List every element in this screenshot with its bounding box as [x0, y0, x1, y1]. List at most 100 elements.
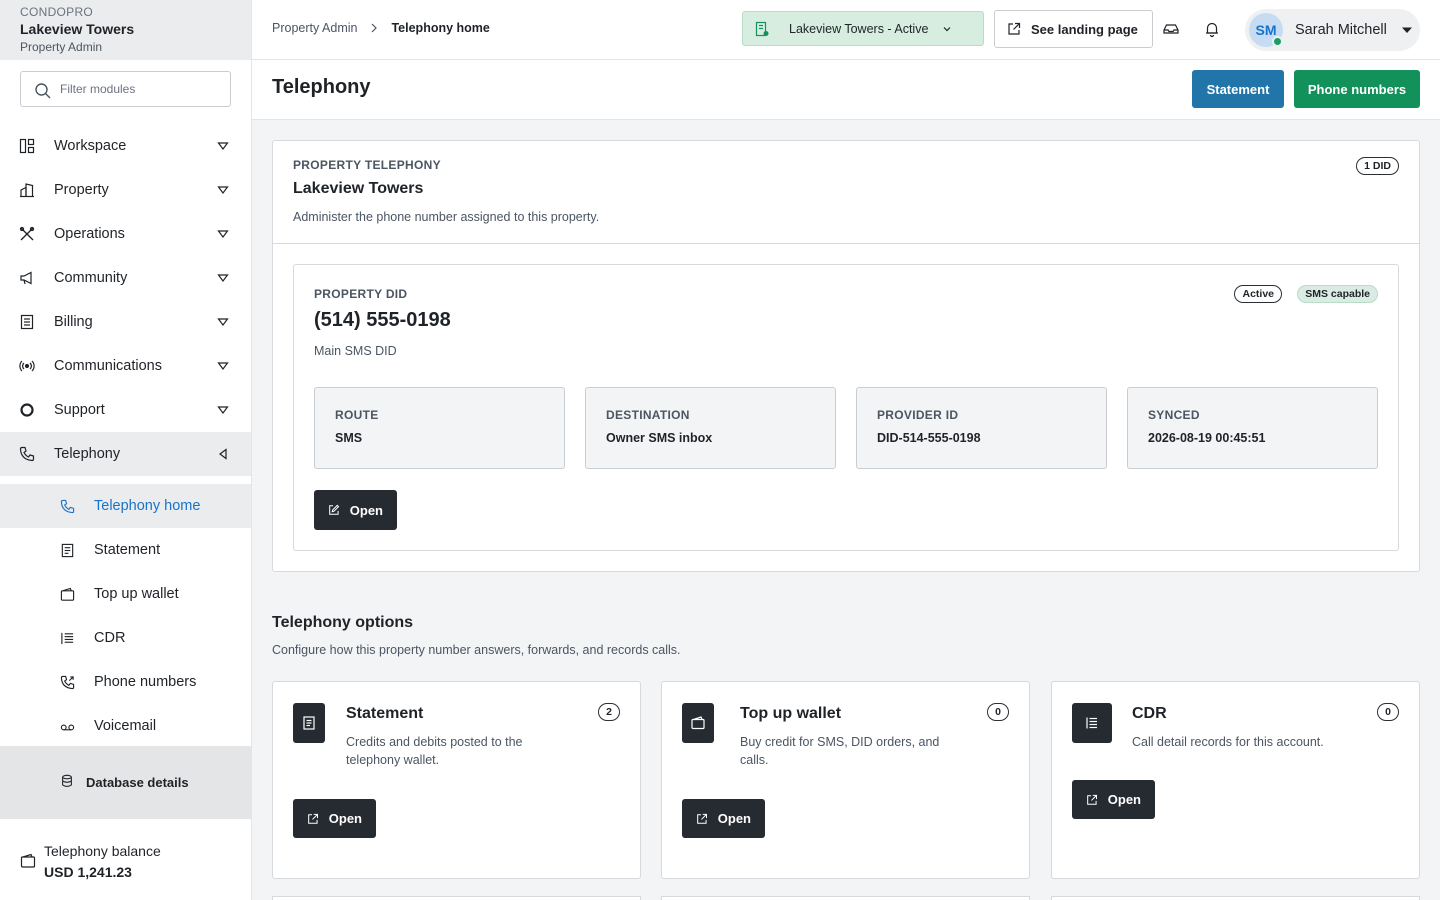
- sidebar: CONDOPRO Lakeview Towers Property Admin …: [0, 0, 252, 900]
- stat-provider-id: PROVIDER ID DID-514-555-0198: [856, 387, 1107, 469]
- open-top-up-wallet-button[interactable]: Open: [682, 799, 765, 838]
- stat-key: PROVIDER ID: [877, 408, 959, 422]
- search-icon: [35, 83, 51, 99]
- list-icon: [58, 629, 76, 647]
- receipt-icon: [58, 541, 76, 559]
- sidebar-item-operations[interactable]: Operations: [0, 212, 251, 256]
- open-statement-button[interactable]: Open: [293, 799, 376, 838]
- option-desc: Buy credit for SMS, DID orders, and call…: [740, 735, 940, 767]
- sidebar-item-workspace[interactable]: Workspace: [0, 124, 251, 168]
- wallet-icon: [58, 585, 76, 603]
- sidebar-item-label: Support: [54, 402, 105, 418]
- option-name: Top up wallet: [740, 705, 842, 722]
- sidebar-subitem-statement[interactable]: Statement: [0, 528, 251, 572]
- chevron-right-icon: [372, 23, 378, 33]
- user-menu[interactable]: SM Sarah Mitchell: [1245, 9, 1420, 51]
- caret-down-icon: [217, 142, 229, 150]
- stat-value: DID-514-555-0198: [877, 431, 981, 445]
- megaphone-icon: [18, 269, 36, 287]
- balance-label: Telephony balance: [44, 843, 161, 859]
- breadcrumb-parent[interactable]: Property Admin: [272, 21, 357, 35]
- sidebar-item-label: Community: [54, 270, 128, 286]
- user-role: Property Admin: [20, 40, 103, 54]
- layout-icon: [18, 137, 36, 155]
- sidebar-subitem-label: Voicemail: [94, 718, 157, 734]
- see-landing-page-button[interactable]: See landing page: [994, 10, 1153, 48]
- option-card-next-row: [272, 896, 641, 900]
- option-card-next-row: [661, 896, 1030, 900]
- option-desc: Credits and debits posted to the telepho…: [346, 735, 523, 767]
- stat-value: 2026-08-19 00:45:51: [1148, 431, 1266, 445]
- building-icon: [18, 181, 36, 199]
- option-card-next-row: [1051, 896, 1420, 900]
- options-desc: Configure how this property number answe…: [272, 643, 681, 657]
- breadcrumb-current: Telephony home: [391, 21, 490, 35]
- sidebar-subitem-cdr[interactable]: CDR: [0, 616, 251, 660]
- telephony-balance: Telephony balance USD 1,241.23: [0, 818, 251, 900]
- brand-block: CONDOPRO Lakeview Towers Property Admin: [0, 0, 251, 60]
- external-link-icon: [697, 813, 708, 824]
- statement-button[interactable]: Statement: [1192, 70, 1284, 108]
- sidebar-item-label: Property: [54, 182, 109, 198]
- open-label: Open: [328, 811, 362, 826]
- sidebar-subitem-phone-numbers[interactable]: Phone numbers: [0, 660, 251, 704]
- option-card-top-up-wallet: Top up wallet Buy credit for SMS, DID or…: [661, 681, 1030, 879]
- caret-down-icon: [217, 186, 229, 194]
- property-telephony-card: PROPERTY TELEPHONY Lakeview Towers Admin…: [272, 140, 1420, 572]
- wallet-icon: [682, 703, 714, 743]
- external-link-icon: [1008, 22, 1021, 35]
- option-count-badge: 2: [598, 703, 620, 721]
- phone-numbers-button[interactable]: Phone numbers: [1294, 70, 1420, 108]
- receipt-icon: [18, 313, 36, 331]
- did-number: (514) 555-0198: [314, 309, 451, 331]
- sidebar-subitem-label: Phone numbers: [94, 674, 197, 690]
- tools-icon: [18, 225, 36, 243]
- external-link-icon: [1087, 794, 1098, 805]
- open-cdr-button[interactable]: Open: [1072, 780, 1155, 819]
- online-status-dot: [1272, 36, 1283, 47]
- page-header: Telephony Statement Phone numbers: [252, 60, 1440, 120]
- list-icon: [1072, 703, 1112, 743]
- sidebar-item-label: Operations: [54, 226, 125, 242]
- filter-input[interactable]: [60, 82, 220, 96]
- property-telephony-desc: Administer the phone number assigned to …: [293, 210, 600, 224]
- sidebar-subitem-label: Top up wallet: [94, 586, 179, 602]
- stat-route: ROUTE SMS: [314, 387, 565, 469]
- inbox-icon[interactable]: [1162, 20, 1180, 38]
- property-telephony-header: PROPERTY TELEPHONY Lakeview Towers Admin…: [273, 141, 1419, 244]
- caret-down-icon: [217, 406, 229, 414]
- sidebar-subitem-label: CDR: [94, 630, 126, 646]
- sms-capable-badge: SMS capable: [1297, 285, 1378, 303]
- stat-value: SMS: [335, 431, 363, 445]
- property-name: Lakeview Towers: [20, 21, 135, 37]
- balance-value: USD 1,241.23: [44, 864, 132, 880]
- sidebar-item-community[interactable]: Community: [0, 256, 251, 300]
- open-did-button[interactable]: Open: [314, 490, 397, 530]
- sidebar-item-support[interactable]: Support: [0, 388, 251, 432]
- sidebar-subitem-label: Telephony home: [94, 498, 201, 514]
- sidebar-subitem-voicemail[interactable]: Voicemail: [0, 704, 251, 748]
- sidebar-subitem-telephony-home[interactable]: Telephony home: [0, 484, 251, 528]
- sidebar-item-telephony[interactable]: Telephony: [0, 432, 251, 476]
- option-count-badge: 0: [987, 703, 1009, 721]
- option-name: Statement: [346, 705, 424, 722]
- property-selector[interactable]: Lakeview Towers - Active: [742, 11, 984, 46]
- filter-modules[interactable]: [20, 71, 231, 107]
- building-check-icon: [755, 21, 769, 36]
- phone-icon: [18, 445, 36, 463]
- bell-icon[interactable]: [1203, 20, 1221, 38]
- open-label: Open: [717, 811, 751, 826]
- sidebar-subitem-top-up-wallet[interactable]: Top up wallet: [0, 572, 251, 616]
- did-name: Main SMS DID: [314, 344, 397, 358]
- sidebar-item-communications[interactable]: Communications: [0, 344, 251, 388]
- caret-down-icon: [217, 362, 229, 370]
- sidebar-subitem-label: Statement: [94, 542, 161, 558]
- broadcast-icon: [18, 357, 36, 375]
- sidebar-item-billing[interactable]: Billing: [0, 300, 251, 344]
- option-count-badge: 0: [1377, 703, 1399, 721]
- sidebar-item-property[interactable]: Property: [0, 168, 251, 212]
- phone-forward-icon: [58, 673, 76, 691]
- database-details-link[interactable]: Database details: [0, 746, 251, 818]
- avatar: SM: [1249, 13, 1283, 47]
- topbar: Property Admin Telephony home Lakeview T…: [252, 0, 1440, 60]
